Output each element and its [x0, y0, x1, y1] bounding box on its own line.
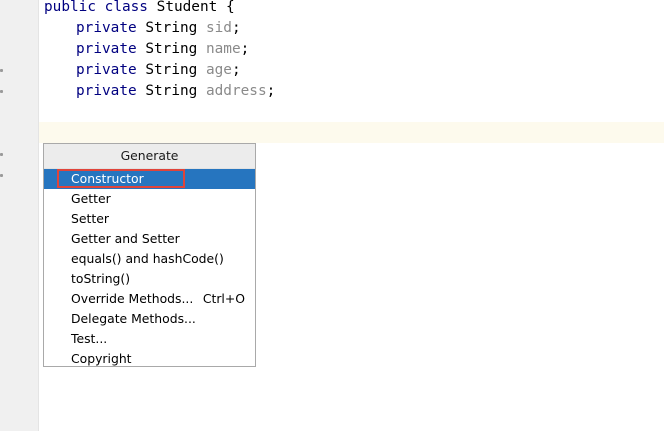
semicolon: ;	[231, 62, 241, 78]
semicolon: ;	[240, 41, 250, 57]
menu-item-tostring[interactable]: toString()	[44, 269, 255, 289]
menu-item-shortcut: Ctrl+O	[202, 291, 245, 306]
editor-gutter	[0, 0, 39, 431]
menu-item-constructor[interactable]: Constructor	[44, 169, 255, 189]
code-editor[interactable]: public class Student { private String si…	[0, 0, 664, 431]
gutter-marker	[0, 153, 3, 156]
field-type: String	[145, 20, 198, 36]
menu-item-label: Test...	[71, 331, 108, 346]
gutter-marker	[0, 174, 3, 177]
menu-item-getter[interactable]: Getter	[44, 189, 255, 209]
menu-item-label: Constructor	[71, 171, 144, 186]
field-type: String	[145, 41, 198, 57]
menu-item-label: Getter and Setter	[71, 231, 180, 246]
field-name: name	[205, 41, 241, 57]
field-line: private String age;	[76, 60, 241, 81]
field-name: sid	[205, 20, 232, 36]
field-modifier: private	[76, 83, 137, 99]
menu-item-label: Getter	[71, 191, 111, 206]
field-modifier: private	[76, 20, 137, 36]
menu-item-test[interactable]: Test...	[44, 329, 255, 349]
menu-item-override-methods[interactable]: Override Methods... Ctrl+O	[44, 289, 255, 309]
menu-item-label: Delegate Methods...	[71, 311, 196, 326]
menu-item-delegate-methods[interactable]: Delegate Methods...	[44, 309, 255, 329]
field-modifier: private	[76, 41, 137, 57]
class-declaration-line: public class Student {	[44, 0, 235, 18]
menu-item-label: Override Methods...	[71, 291, 194, 306]
generate-popup: Generate Constructor Getter Setter Gette…	[43, 143, 256, 367]
menu-item-label: Copyright	[71, 351, 132, 366]
field-modifier: private	[76, 62, 137, 78]
menu-item-setter[interactable]: Setter	[44, 209, 255, 229]
popup-title: Generate	[44, 144, 255, 169]
field-name: age	[205, 62, 232, 78]
field-name: address	[205, 83, 267, 99]
field-line: private String name;	[76, 39, 249, 60]
menu-item-getter-and-setter[interactable]: Getter and Setter	[44, 229, 255, 249]
menu-item-equals-hashcode[interactable]: equals() and hashCode()	[44, 249, 255, 269]
menu-item-label: Setter	[71, 211, 109, 226]
keyword-public: public	[44, 0, 96, 15]
keyword-class: class	[104, 0, 148, 15]
field-type: String	[145, 83, 198, 99]
menu-item-label: toString()	[71, 271, 131, 286]
field-line: private String sid;	[76, 18, 241, 39]
field-line: private String address;	[76, 81, 275, 102]
semicolon: ;	[231, 20, 241, 36]
semicolon: ;	[266, 83, 276, 99]
menu-item-label: equals() and hashCode()	[71, 251, 224, 266]
class-name: Student	[156, 0, 218, 15]
open-brace: {	[225, 0, 235, 15]
field-type: String	[145, 62, 198, 78]
gutter-marker	[0, 69, 3, 72]
current-line-highlight	[39, 122, 664, 143]
gutter-marker	[0, 90, 3, 93]
menu-item-copyright[interactable]: Copyright	[44, 349, 255, 369]
